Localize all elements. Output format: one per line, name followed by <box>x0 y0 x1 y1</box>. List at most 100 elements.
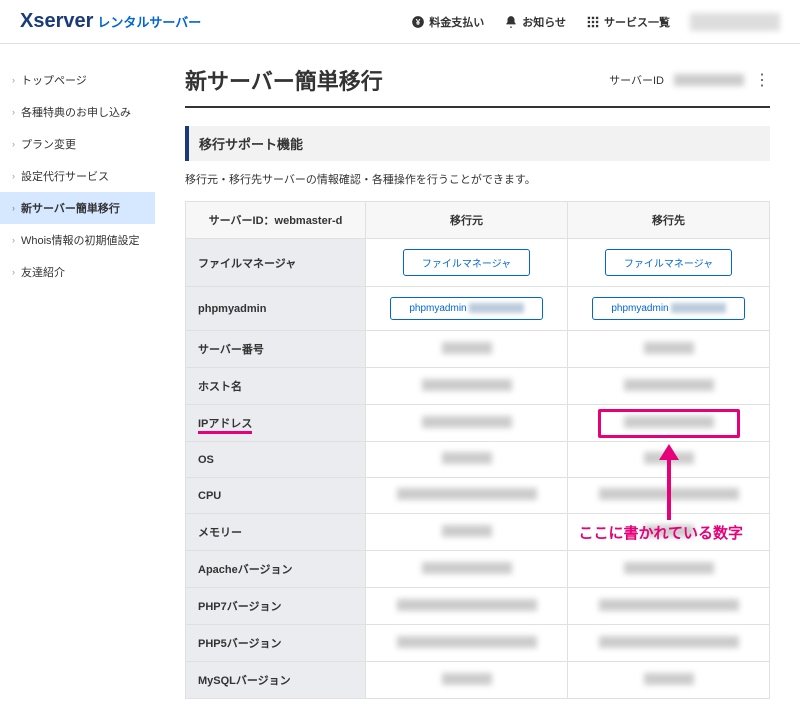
chevron-right-icon: › <box>12 171 15 181</box>
migration-table: サーバーID：webmaster-d 移行元 移行先 ファイルマネージャ ファイ… <box>185 201 770 699</box>
phpmyadmin-label: phpmyadmin <box>611 303 668 314</box>
blurred-value <box>442 342 492 354</box>
blurred-value <box>599 488 739 500</box>
logo-sub: レンタルサーバー <box>97 12 201 31</box>
bell-icon <box>504 15 518 29</box>
row-label: PHP5バージョン <box>186 625 366 662</box>
sidebar-item-whois[interactable]: › Whois情報の初期値設定 <box>0 224 155 256</box>
more-menu-icon[interactable]: ⋮ <box>754 70 770 90</box>
chevron-right-icon: › <box>12 267 15 277</box>
file-manager-src-button[interactable]: ファイルマネージャ <box>403 249 530 276</box>
blurred-value <box>442 673 492 685</box>
row-label: OS <box>186 442 366 478</box>
blurred-value <box>644 452 694 464</box>
sidebar-item-label: 各種特典のお申し込み <box>21 104 131 120</box>
chevron-right-icon: › <box>12 75 15 85</box>
row-label: Apacheバージョン <box>186 551 366 588</box>
sidebar-item-plan[interactable]: › プラン変更 <box>0 128 155 160</box>
blurred-value <box>397 488 537 500</box>
svg-text:¥: ¥ <box>416 17 421 26</box>
ip-dst-value <box>624 416 714 428</box>
nav-payment-label: 料金支払い <box>429 14 484 30</box>
grid-icon <box>586 15 600 29</box>
user-info[interactable] <box>690 13 780 31</box>
th-server-id: サーバーID：webmaster-d <box>186 202 366 239</box>
row-label: メモリー <box>186 514 366 551</box>
blurred-value <box>422 562 512 574</box>
th-dst: 移行先 <box>568 202 770 239</box>
row-label: ファイルマネージャ <box>186 239 366 287</box>
phpmyadmin-label: phpmyadmin <box>409 303 466 314</box>
row-cpu: CPU <box>186 478 770 514</box>
nav-payment[interactable]: ¥ 料金支払い <box>411 14 484 30</box>
chevron-right-icon: › <box>12 203 15 213</box>
row-label: phpmyadmin <box>186 287 366 331</box>
sidebar-item-label: プラン変更 <box>21 136 76 152</box>
main: 新サーバー簡単移行 サーバーID ⋮ 移行サポート機能 移行元・移行先サーバーの… <box>155 44 800 719</box>
row-label: サーバー番号 <box>186 331 366 368</box>
blurred-value <box>624 562 714 574</box>
sidebar-item-tokuten[interactable]: › 各種特典のお申し込み <box>0 96 155 128</box>
blurred-value <box>644 673 694 685</box>
sidebar: › トップページ › 各種特典のお申し込み › プラン変更 › 設定代行サービス › 新サ… <box>0 44 155 719</box>
row-label: PHP7バージョン <box>186 588 366 625</box>
server-id-label: サーバーID <box>609 72 664 88</box>
file-manager-dst-button[interactable]: ファイルマネージャ <box>605 249 732 276</box>
chevron-right-icon: › <box>12 235 15 245</box>
row-label: MySQLバージョン <box>186 662 366 699</box>
phpmyadmin-src-button[interactable]: phpmyadmin <box>390 297 542 320</box>
blurred-value <box>397 599 537 611</box>
sidebar-item-label: Whois情報の初期値設定 <box>21 232 140 248</box>
phpmyadmin-dst-button[interactable]: phpmyadmin <box>592 297 744 320</box>
blurred-value <box>422 416 512 428</box>
header: Xserver レンタルサーバー ¥ 料金支払い お知らせ サービス一覧 <box>0 0 800 44</box>
row-php5: PHP5バージョン <box>186 625 770 662</box>
sidebar-item-label: 友達紹介 <box>21 264 65 280</box>
page-header: 新サーバー簡単移行 サーバーID ⋮ <box>185 64 770 108</box>
page-meta: サーバーID ⋮ <box>609 70 770 90</box>
th-src: 移行元 <box>366 202 568 239</box>
sidebar-item-label: トップページ <box>21 72 87 88</box>
ip-label-underlined: IPアドレス <box>198 418 252 434</box>
yen-icon: ¥ <box>411 15 425 29</box>
nav-notice[interactable]: お知らせ <box>504 14 566 30</box>
chevron-right-icon: › <box>12 107 15 117</box>
sidebar-item-top[interactable]: › トップページ <box>0 64 155 96</box>
row-server-no: サーバー番号 <box>186 331 770 368</box>
row-php7: PHP7バージョン <box>186 588 770 625</box>
chevron-right-icon: › <box>12 139 15 149</box>
sidebar-item-migration[interactable]: › 新サーバー簡単移行 <box>0 192 155 224</box>
row-ip: IPアドレス <box>186 405 770 442</box>
blurred-value <box>599 599 739 611</box>
blurred-value <box>599 636 739 648</box>
server-id-value <box>674 74 744 86</box>
blurred-value <box>469 303 524 313</box>
row-label: CPU <box>186 478 366 514</box>
page-title: 新サーバー簡単移行 <box>185 64 383 96</box>
nav-notice-label: お知らせ <box>522 14 566 30</box>
blurred-value <box>397 636 537 648</box>
section-desc: 移行元・移行先サーバーの情報確認・各種操作を行うことができます。 <box>185 171 770 187</box>
row-memory: メモリー <box>186 514 770 551</box>
nav-services[interactable]: サービス一覧 <box>586 14 670 30</box>
section-title: 移行サポート機能 <box>185 126 770 161</box>
row-mysql: MySQLバージョン <box>186 662 770 699</box>
blurred-value <box>442 525 492 537</box>
sidebar-item-daikou[interactable]: › 設定代行サービス <box>0 160 155 192</box>
blurred-value <box>644 342 694 354</box>
blurred-value <box>422 379 512 391</box>
row-host: ホスト名 <box>186 368 770 405</box>
nav-services-label: サービス一覧 <box>604 14 670 30</box>
sidebar-item-label: 設定代行サービス <box>21 168 109 184</box>
blurred-value <box>442 452 492 464</box>
blurred-value <box>624 379 714 391</box>
row-label: IPアドレス <box>186 405 366 442</box>
sidebar-item-label: 新サーバー簡単移行 <box>21 200 120 216</box>
logo-main: Xserver <box>20 10 93 33</box>
logo[interactable]: Xserver レンタルサーバー <box>20 10 201 33</box>
row-label: ホスト名 <box>186 368 366 405</box>
row-phpmyadmin: phpmyadmin phpmyadmin phpmyadmin <box>186 287 770 331</box>
blurred-value <box>644 525 694 537</box>
row-file-manager: ファイルマネージャ ファイルマネージャ ファイルマネージャ <box>186 239 770 287</box>
sidebar-item-friend[interactable]: › 友達紹介 <box>0 256 155 288</box>
